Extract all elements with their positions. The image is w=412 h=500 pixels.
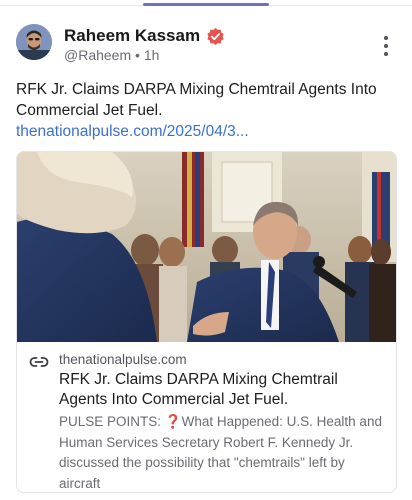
meta-separator: • <box>135 47 140 63</box>
link-preview-card[interactable]: thenationalpulse.com RFK Jr. Claims DARP… <box>16 151 397 493</box>
handle[interactable]: @Raheem <box>64 47 131 63</box>
post-link[interactable]: thenationalpulse.com/2025/04/3... <box>16 123 249 140</box>
card-body: thenationalpulse.com RFK Jr. Claims DARP… <box>17 342 396 492</box>
more-vertical-icon <box>384 36 388 56</box>
post-meta: @Raheem • 1h <box>64 47 159 63</box>
more-options-button[interactable] <box>376 34 396 58</box>
post-text: RFK Jr. Claims DARPA Mixing Chemtrail Ag… <box>16 79 386 142</box>
author-name-text: Raheem Kassam <box>64 26 201 45</box>
time-ago: 1h <box>143 47 160 63</box>
verified-badge-icon <box>207 27 224 45</box>
link-icon <box>29 357 49 367</box>
card-image[interactable] <box>17 152 396 342</box>
avatar[interactable] <box>16 24 52 60</box>
card-domain: thenationalpulse.com <box>59 352 187 367</box>
tab-indicator <box>0 0 412 6</box>
post-header: Raheem Kassam @Raheem • 1h <box>16 24 396 68</box>
card-title[interactable]: RFK Jr. Claims DARPA Mixing Chemtrail Ag… <box>59 370 384 410</box>
post-body-text: RFK Jr. Claims DARPA Mixing Chemtrail Ag… <box>16 81 377 119</box>
author-name[interactable]: Raheem Kassam <box>64 26 225 46</box>
card-description: PULSE POINTS: ❓What Happened: U.S. Healt… <box>59 414 382 491</box>
